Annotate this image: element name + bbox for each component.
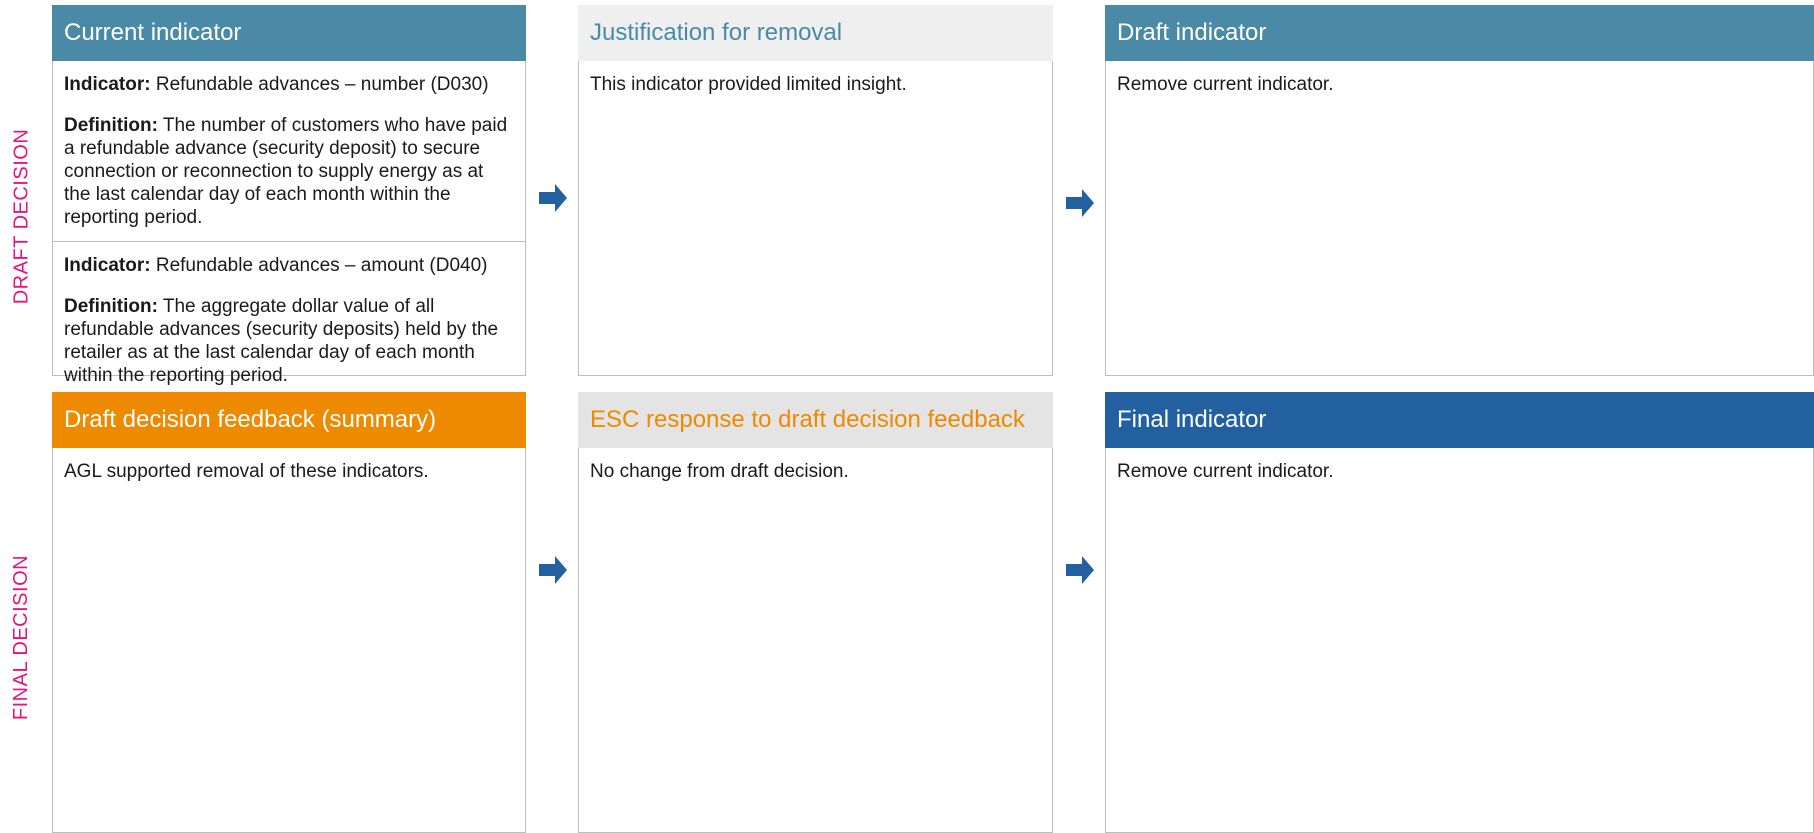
- definition-line: Definition: The number of customers who …: [64, 115, 508, 228]
- definition-line: Definition: The aggregate dollar value o…: [64, 296, 499, 386]
- right-arrow-icon: [1066, 189, 1094, 217]
- final-indicator-panel: Final indicator Remove current indicator…: [1105, 392, 1814, 833]
- esc-response-title: ESC response to draft decision feedback: [590, 406, 1025, 433]
- final-indicator-header: Final indicator: [1105, 392, 1814, 448]
- esc-response-body: No change from draft decision.: [578, 448, 1053, 833]
- row-label-final-decision: FINAL DECISION: [0, 441, 44, 833]
- current-indicator-panel: Current indicator Indicator: Refundable …: [52, 5, 526, 386]
- current-indicator-header: Current indicator: [52, 5, 526, 61]
- right-arrow-icon: [1066, 556, 1094, 584]
- esc-response-header: ESC response to draft decision feedback: [578, 392, 1053, 448]
- draft-indicator-header: Draft indicator: [1105, 5, 1814, 61]
- right-arrow-icon: [539, 556, 567, 584]
- row-label-draft-decision: DRAFT DECISION: [0, 56, 44, 376]
- final-indicator-body: Remove current indicator.: [1105, 448, 1814, 833]
- feedback-panel: Draft decision feedback (summary) AGL su…: [52, 392, 526, 833]
- final-indicator-text: Remove current indicator.: [1117, 461, 1334, 482]
- draft-indicator-panel: Draft indicator Remove current indicator…: [1105, 5, 1814, 376]
- current-indicator-body: Indicator: Refundable advances – number …: [52, 61, 526, 386]
- indicator-entry-d040: Indicator: Refundable advances – amount …: [53, 241, 525, 399]
- indicator-line: Indicator: Refundable advances – amount …: [64, 255, 488, 276]
- feedback-header: Draft decision feedback (summary): [52, 392, 526, 448]
- indicator-line: Indicator: Refundable advances – number …: [64, 74, 489, 95]
- final-indicator-title: Final indicator: [1117, 406, 1267, 433]
- esc-response-text: No change from draft decision.: [590, 461, 849, 482]
- justification-header: Justification for removal: [578, 5, 1053, 61]
- draft-indicator-text: Remove current indicator.: [1117, 74, 1334, 95]
- draft-indicator-body: Remove current indicator.: [1105, 61, 1814, 376]
- draft-indicator-title: Draft indicator: [1117, 19, 1267, 46]
- feedback-body: AGL supported removal of these indicator…: [52, 448, 526, 833]
- current-indicator-title: Current indicator: [64, 19, 242, 46]
- right-arrow-icon: [539, 184, 567, 212]
- justification-text: This indicator provided limited insight.: [590, 74, 907, 95]
- feedback-title: Draft decision feedback (summary): [64, 406, 437, 433]
- row-label-final-text: FINAL DECISION: [10, 554, 33, 720]
- justification-body: This indicator provided limited insight.: [578, 61, 1053, 376]
- row-label-draft-text: DRAFT DECISION: [10, 128, 33, 304]
- esc-response-panel: ESC response to draft decision feedback …: [578, 392, 1053, 833]
- indicator-entry-d030: Indicator: Refundable advances – number …: [53, 61, 525, 241]
- feedback-text: AGL supported removal of these indicator…: [64, 461, 429, 482]
- justification-title: Justification for removal: [590, 19, 843, 46]
- justification-panel: Justification for removal This indicator…: [578, 5, 1053, 376]
